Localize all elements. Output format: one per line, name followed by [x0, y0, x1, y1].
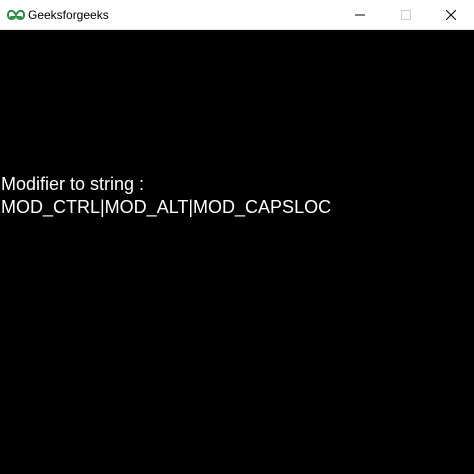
close-button[interactable] — [428, 0, 474, 30]
modifier-value: MOD_CTRL|MOD_ALT|MOD_CAPSLOC — [1, 197, 332, 217]
geeksforgeeks-logo-icon — [6, 7, 26, 23]
maximize-button[interactable] — [383, 0, 429, 30]
minimize-button[interactable] — [337, 0, 383, 30]
window-title: Geeksforgeeks — [28, 8, 109, 22]
close-icon — [446, 10, 456, 20]
window-content: Modifier to string : MOD_CTRL|MOD_ALT|MO… — [0, 30, 474, 474]
maximize-icon — [401, 10, 411, 20]
title-bar[interactable]: Geeksforgeeks — [0, 0, 474, 30]
minimize-icon — [355, 14, 365, 16]
modifier-label: Modifier to string : — [1, 174, 145, 194]
app-window: Geeksforgeeks Modifier to string : MOD_C… — [0, 0, 474, 474]
